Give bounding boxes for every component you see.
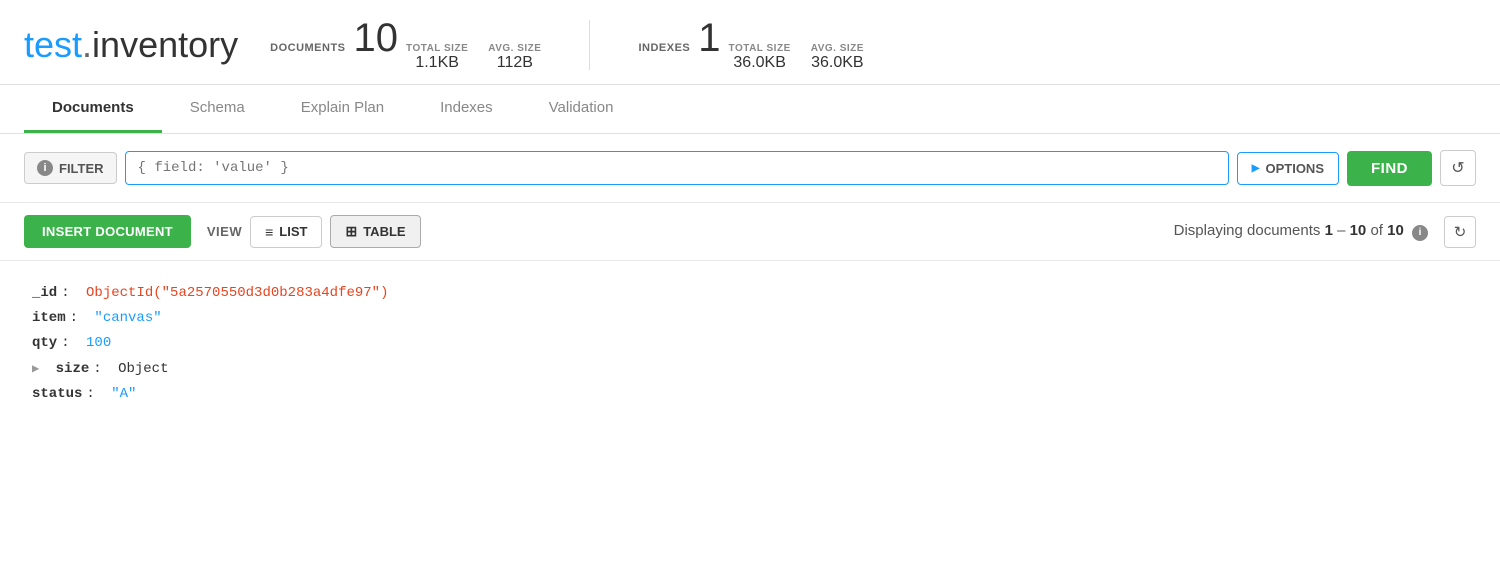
field-item-value: "canvas" — [94, 306, 161, 331]
field-id-value: ObjectId("5a2570550d3d0b283a4dfe97") — [86, 281, 388, 306]
field-status: status: "A" — [32, 382, 388, 407]
docs-avg-size-label: AVG. SIZE — [488, 43, 541, 54]
field-status-value: "A" — [111, 382, 136, 407]
logo-inventory: inventory — [92, 24, 238, 65]
field-size-value: Object — [118, 357, 168, 382]
indexes-label: INDEXES — [638, 42, 690, 54]
field-qty: qty: 100 — [32, 331, 388, 356]
indexes-sub-stats: TOTAL SIZE 36.0KB AVG. SIZE 36.0KB — [729, 43, 864, 72]
docs-total-size-value: 1.1KB — [415, 54, 459, 72]
list-icon: ≡ — [265, 224, 273, 240]
field-size[interactable]: ▶ size: Object — [32, 357, 388, 382]
idx-avg-size-value: 36.0KB — [811, 54, 863, 72]
tab-validation[interactable]: Validation — [521, 85, 642, 133]
documents-stat: DOCUMENTS 10 TOTAL SIZE 1.1KB AVG. SIZE … — [270, 18, 573, 72]
toolbar: INSERT DOCUMENT VIEW ≡ LIST ⊞ TABLE Disp… — [0, 203, 1500, 261]
range-sep: – — [1337, 222, 1350, 239]
documents-count: 10 — [354, 18, 399, 58]
logo-test: test — [24, 24, 82, 65]
tab-indexes[interactable]: Indexes — [412, 85, 521, 133]
refresh-icon: ↻ — [1454, 223, 1467, 241]
tab-explain-plan[interactable]: Explain Plan — [273, 85, 412, 133]
field-qty-key: qty — [32, 331, 57, 356]
documents-sub-stats: TOTAL SIZE 1.1KB AVG. SIZE 112B — [406, 43, 541, 72]
field-status-key: status — [32, 382, 82, 407]
expand-icon[interactable]: ▶ — [32, 359, 39, 381]
idx-avg-size-label: AVG. SIZE — [811, 43, 864, 54]
idx-total-size-value: 36.0KB — [733, 54, 785, 72]
stat-divider — [589, 20, 590, 70]
display-info: Displaying documents 1 – 10 of 10 i — [1174, 222, 1428, 241]
stats-group: DOCUMENTS 10 TOTAL SIZE 1.1KB AVG. SIZE … — [270, 18, 896, 72]
table-view-button[interactable]: ⊞ TABLE — [330, 215, 420, 248]
table-label: TABLE — [363, 224, 405, 239]
indexes-count: 1 — [698, 18, 720, 58]
displaying-text: Displaying documents — [1174, 222, 1321, 239]
content-wrapper: _id: ObjectId("5a2570550d3d0b283a4dfe97"… — [0, 261, 1500, 461]
range-start: 1 — [1325, 222, 1333, 239]
reset-button[interactable]: ↺ — [1440, 150, 1476, 186]
options-button[interactable]: ▶ OPTIONS — [1237, 152, 1339, 185]
range-end: 10 — [1350, 222, 1367, 239]
header: test.inventory DOCUMENTS 10 TOTAL SIZE 1… — [0, 0, 1500, 85]
filter-input[interactable] — [125, 151, 1229, 185]
tab-schema[interactable]: Schema — [162, 85, 273, 133]
options-arrow-icon: ▶ — [1252, 163, 1260, 174]
total-count: 10 — [1387, 222, 1404, 239]
document-area: _id: ObjectId("5a2570550d3d0b283a4dfe97"… — [0, 261, 420, 461]
idx-total-size-label: TOTAL SIZE — [729, 43, 791, 54]
docs-total-size-label: TOTAL SIZE — [406, 43, 468, 54]
display-info-icon: i — [1412, 225, 1428, 241]
tab-documents[interactable]: Documents — [24, 85, 162, 133]
docs-avg-size-value: 112B — [497, 54, 533, 72]
indexes-stat: INDEXES 1 TOTAL SIZE 36.0KB AVG. SIZE 36… — [606, 18, 896, 72]
table-icon: ⊞ — [345, 223, 357, 240]
view-label: VIEW — [207, 224, 242, 239]
reset-icon: ↺ — [1451, 158, 1464, 178]
field-id-key: _id — [32, 281, 57, 306]
tabs: Documents Schema Explain Plan Indexes Va… — [0, 85, 1500, 134]
documents-label: DOCUMENTS — [270, 42, 345, 54]
insert-document-button[interactable]: INSERT DOCUMENT — [24, 215, 191, 248]
logo: test.inventory — [24, 27, 238, 63]
field-qty-value: 100 — [86, 331, 111, 356]
filter-label: FILTER — [59, 161, 104, 176]
filter-info-icon: i — [37, 160, 53, 176]
list-label: LIST — [279, 224, 307, 239]
field-item-key: item — [32, 306, 66, 331]
list-view-button[interactable]: ≡ LIST — [250, 216, 322, 248]
find-button[interactable]: FIND — [1347, 151, 1432, 186]
refresh-button[interactable]: ↻ — [1444, 216, 1476, 248]
filter-button[interactable]: i FILTER — [24, 152, 117, 184]
field-item: item: "canvas" — [32, 306, 388, 331]
of-text: of — [1370, 222, 1383, 239]
filter-bar: i FILTER ▶ OPTIONS FIND ↺ — [0, 134, 1500, 203]
field-size-key: size — [56, 357, 90, 382]
options-label: OPTIONS — [1265, 161, 1324, 176]
field-id: _id: ObjectId("5a2570550d3d0b283a4dfe97"… — [32, 281, 388, 306]
